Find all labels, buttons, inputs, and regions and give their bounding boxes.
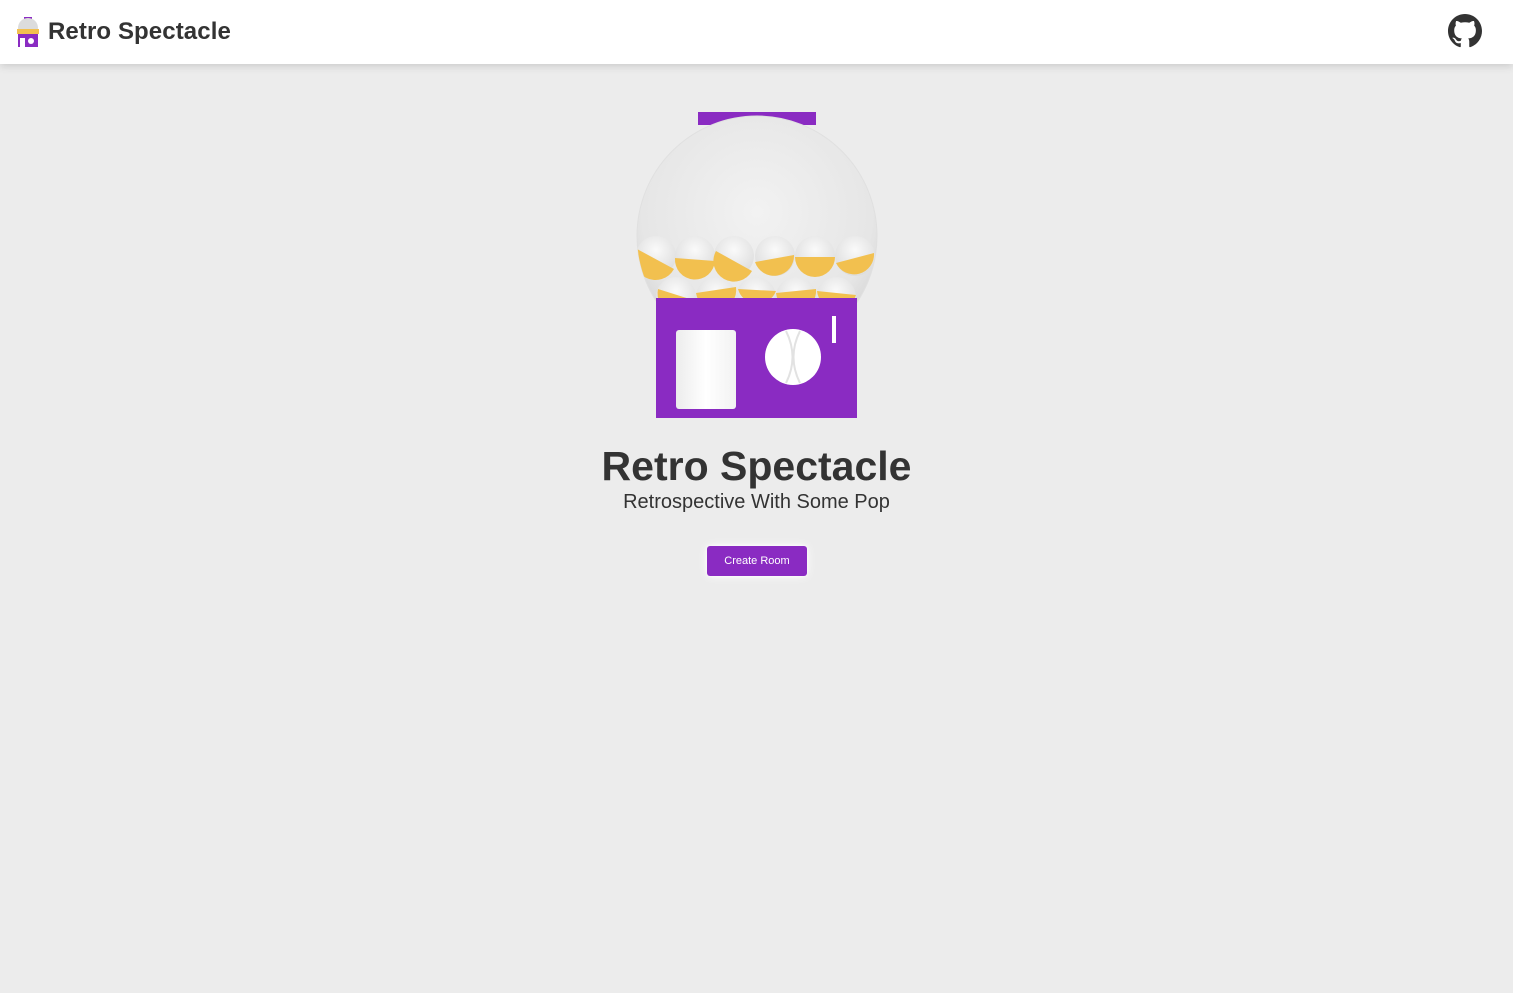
gumball-machine-icon [17,17,39,47]
github-icon [1448,14,1482,48]
github-link[interactable] [1448,14,1482,48]
brand-home-link[interactable]: Retro Spectacle [16,15,231,49]
hero-title: Retro Spectacle [601,443,912,489]
machine-dispenser-door [676,330,736,409]
create-room-button[interactable]: Create Room [707,546,807,576]
top-navigation-bar: Retro Spectacle [0,0,1513,64]
app-title: Retro Spectacle [48,18,231,45]
gumball-machine-illustration [636,111,878,421]
machine-coin-slot [832,316,836,343]
hero-subtitle: Retrospective With Some Pop [623,491,890,513]
